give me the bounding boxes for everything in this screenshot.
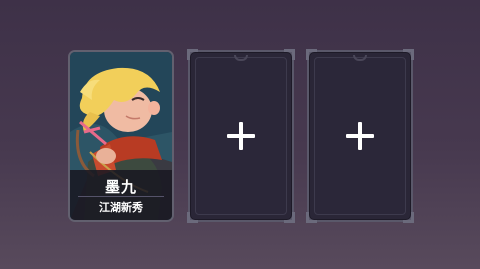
corner-ornament [284, 212, 295, 223]
empty-slot-3[interactable] [306, 49, 414, 223]
corner-ornament [284, 49, 295, 60]
corner-ornament [306, 49, 317, 60]
corner-ornament [403, 212, 414, 223]
corner-ornament [70, 52, 78, 60]
corner-ornament [306, 212, 317, 223]
hero-title: 江湖新秀 [99, 201, 143, 214]
corner-ornament [164, 52, 172, 60]
corner-ornament [187, 49, 198, 60]
corner-ornament [187, 212, 198, 223]
corner-ornament [164, 212, 172, 220]
plus-icon[interactable] [346, 122, 374, 150]
plus-icon[interactable] [227, 122, 255, 150]
hero-slot-1[interactable]: 墨九 江湖新秀 [68, 50, 174, 222]
empty-slot-2[interactable] [187, 49, 295, 223]
hero-name: 墨九 [104, 178, 137, 196]
corner-ornament [403, 49, 414, 60]
hero-name-bar: 墨九 江湖新秀 [70, 170, 172, 220]
divider [78, 196, 164, 197]
corner-ornament [70, 212, 78, 220]
